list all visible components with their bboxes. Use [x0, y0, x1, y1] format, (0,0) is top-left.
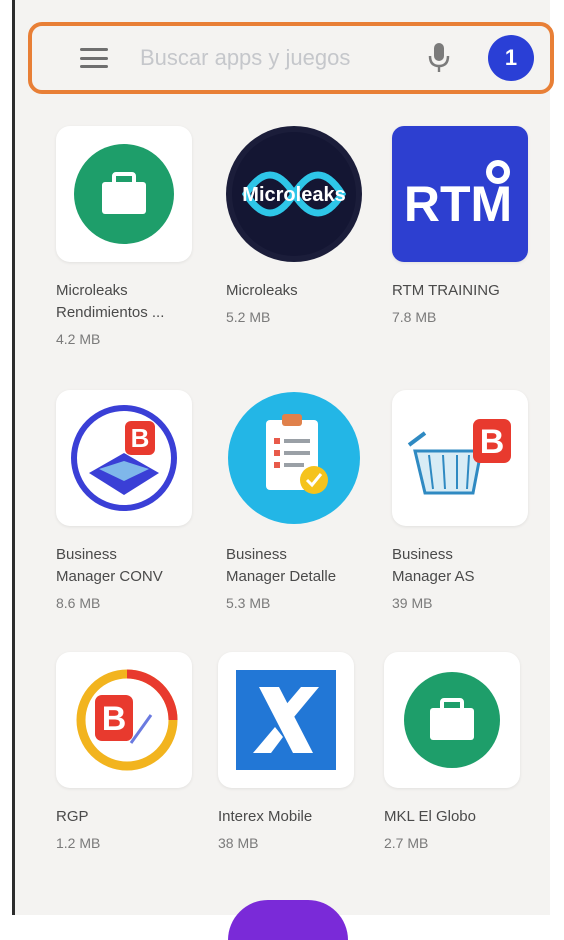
app-size: 5.3 MB: [226, 595, 271, 611]
app-size: 4.2 MB: [56, 331, 101, 347]
app-item-business-manager-as[interactable]: B Business Manager AS 39 MB: [392, 390, 562, 614]
app-item-business-manager-conv[interactable]: B Business Manager CONV 8.6 MB: [56, 390, 226, 614]
app-size: 1.2 MB: [56, 835, 101, 851]
account-avatar[interactable]: 1: [488, 35, 534, 81]
next-app-icon-partial[interactable]: [228, 900, 348, 940]
app-size: 5.2 MB: [226, 309, 271, 325]
briefcase-icon: [404, 672, 500, 768]
shopping-basket-b-icon: B: [407, 419, 511, 495]
app-size: 8.6 MB: [56, 595, 101, 611]
app-item-microleaks-rendimientos[interactable]: Microleaks Rendimientos ... 4.2 MB: [56, 126, 226, 350]
device-edge: [12, 0, 15, 915]
app-name: Business Manager CONV: [56, 546, 163, 585]
svg-text:Microleaks: Microleaks: [242, 184, 345, 206]
app-icon-tile[interactable]: [226, 390, 362, 526]
app-name: Business Manager Detalle: [226, 546, 337, 585]
app-item-business-manager-detalle[interactable]: Business Manager Detalle 5.3 MB: [226, 390, 396, 614]
app-icon-tile[interactable]: [56, 126, 192, 262]
search-bar[interactable]: Buscar apps y juegos 1: [36, 30, 546, 86]
app-size: 39 MB: [392, 595, 433, 611]
app-icon-tile[interactable]: [218, 652, 354, 788]
svg-text:B: B: [480, 423, 505, 461]
rtm-logo: RTM: [404, 160, 512, 232]
app-name: MKL El Globo: [384, 808, 476, 825]
business-manager-conv-icon: B: [71, 405, 177, 511]
app-size: 2.7 MB: [384, 835, 429, 851]
search-input[interactable]: Buscar apps y juegos: [140, 45, 428, 71]
microleaks-logo: Microleaks: [226, 126, 362, 262]
app-item-interex-mobile[interactable]: Interex Mobile 38 MB: [218, 652, 388, 854]
app-item-mkl-el-globo[interactable]: MKL El Globo 2.7 MB: [384, 652, 554, 854]
svg-text:B: B: [131, 423, 150, 453]
app-size: 7.8 MB: [392, 309, 437, 325]
app-name: Microleaks Rendimientos ...: [56, 282, 165, 321]
svg-text:RTM: RTM: [404, 176, 512, 232]
app-name: Business Manager AS: [392, 546, 475, 585]
app-icon-tile[interactable]: [384, 652, 520, 788]
app-icon-tile[interactable]: B: [56, 652, 192, 788]
app-size: 38 MB: [218, 835, 259, 851]
app-item-microleaks[interactable]: Microleaks Microleaks 5.2 MB: [226, 126, 396, 328]
app-icon-tile[interactable]: RTM: [392, 126, 528, 262]
app-name: Interex Mobile: [218, 808, 313, 825]
menu-icon[interactable]: [80, 48, 108, 68]
briefcase-icon: [74, 144, 174, 244]
app-icon-tile[interactable]: B: [56, 390, 192, 526]
app-icon-tile[interactable]: Microleaks: [226, 126, 362, 262]
app-name: RGP: [56, 808, 89, 825]
interex-x-icon: [236, 670, 336, 770]
clipboard-check-icon: [228, 392, 360, 524]
app-name: Microleaks: [226, 282, 298, 299]
app-item-rgp[interactable]: B RGP 1.2 MB: [56, 652, 226, 854]
microphone-icon[interactable]: [428, 42, 450, 74]
app-icon-tile[interactable]: B: [392, 390, 528, 526]
app-item-rtm-training[interactable]: RTM RTM TRAINING 7.8 MB: [392, 126, 562, 328]
rgp-b-icon: B: [76, 669, 178, 771]
svg-text:B: B: [102, 700, 127, 738]
app-name: RTM TRAINING: [392, 282, 500, 299]
